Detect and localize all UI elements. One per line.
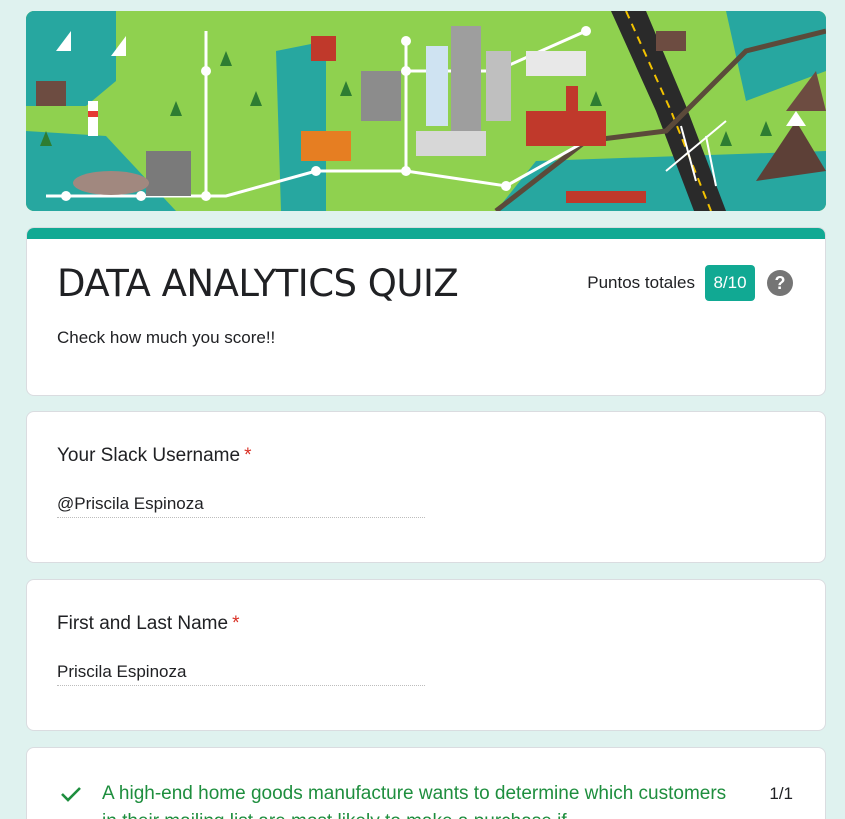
total-score-label: Puntos totales <box>587 273 695 292</box>
answer-text: Priscila Espinoza <box>57 662 425 686</box>
help-icon[interactable]: ? <box>767 270 793 296</box>
question-card-full-name: First and Last Name * Priscila Espinoza <box>26 579 826 731</box>
required-asterisk: * <box>232 613 240 634</box>
accent-bar <box>27 228 825 239</box>
form-header-card: DATA ANALYTICS QUIZ Puntos totales 8/10 … <box>26 227 826 396</box>
header-banner-image <box>26 11 826 211</box>
question-title: A high-end home goods manufacture wants … <box>102 783 727 819</box>
form-description: Check how much you score!! <box>57 328 276 347</box>
check-icon <box>59 782 83 811</box>
question-score: 1/1 <box>769 784 793 803</box>
total-score-badge: 8/10 <box>705 265 755 301</box>
city-map-illustration <box>26 11 826 211</box>
question-title: Your Slack Username * <box>57 445 252 466</box>
total-score: Puntos totales 8/10 ? <box>587 265 793 301</box>
required-asterisk: * <box>244 445 252 466</box>
question-title: First and Last Name * <box>57 613 240 634</box>
form-title: DATA ANALYTICS QUIZ <box>57 262 459 305</box>
answer-text: @Priscila Espinoza <box>57 494 425 518</box>
question-card-slack-username: Your Slack Username * @Priscila Espinoza <box>26 411 826 563</box>
question-card-mailing-list: A high-end home goods manufacture wants … <box>26 747 826 819</box>
